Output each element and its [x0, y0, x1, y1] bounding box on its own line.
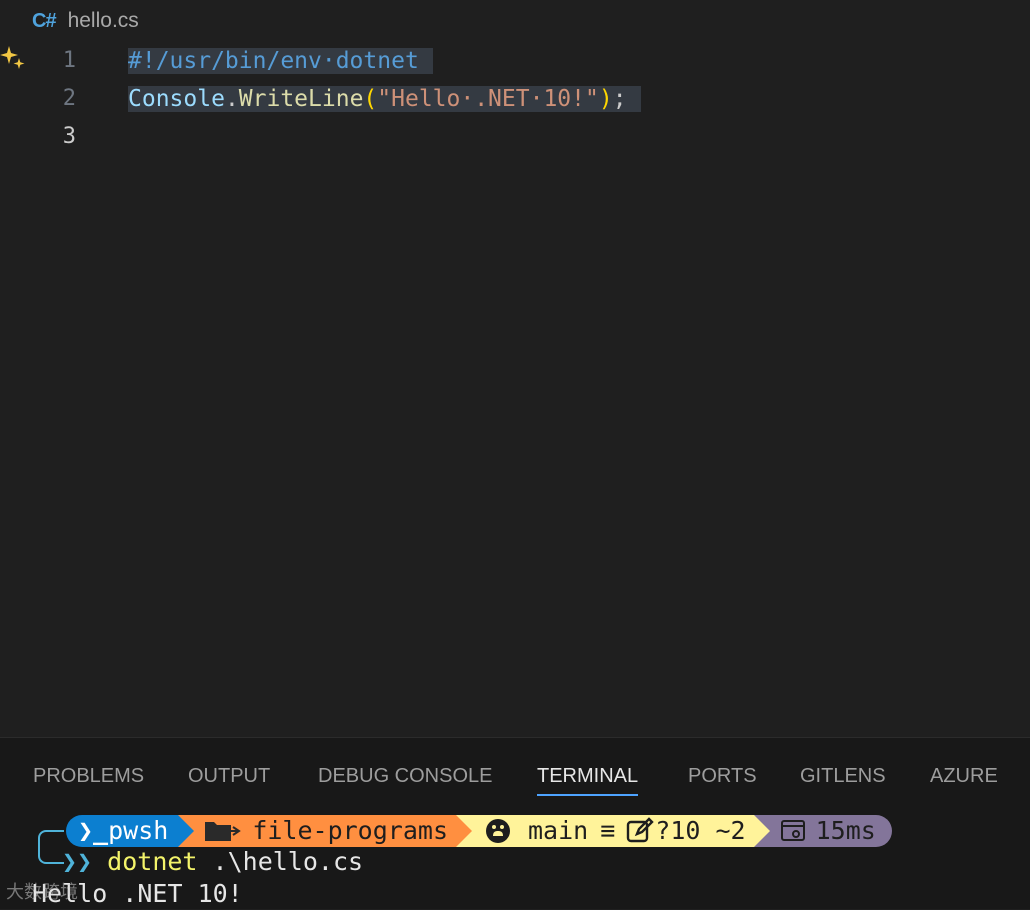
copilot-sparkle-icon[interactable]	[0, 44, 26, 72]
tab-output[interactable]: OUTPUT	[188, 758, 270, 794]
tab-gitlens[interactable]: GITLENS	[800, 758, 886, 794]
string-literal: "Hello·.NET·10!"	[377, 86, 599, 112]
method-writeline: WriteLine	[238, 86, 364, 112]
branch-sync-status: ≡	[600, 816, 616, 845]
prompt-shell-segment: ❯_ pwsh	[66, 815, 195, 847]
identifier-console: Console	[128, 86, 225, 112]
edit-icon	[627, 817, 654, 843]
terminal-prompt-icon: ❯_	[78, 816, 109, 845]
tab-azure[interactable]: AZURE	[930, 758, 998, 794]
panel-tabs: PROBLEMS OUTPUT DEBUG CONSOLE TERMINAL P…	[0, 758, 1030, 798]
prompt-bar: ❯_ pwsh file-programs main ≡ ?10 ~2 15ms	[66, 815, 892, 847]
line-number-active: 3	[62, 124, 76, 149]
shebang-comment: #!/usr/bin/env·dotnet	[128, 48, 419, 74]
close-paren: )	[598, 86, 613, 112]
watermark: 大数跨境	[6, 882, 78, 903]
github-icon	[486, 819, 510, 843]
duration-value: 15ms	[815, 816, 876, 845]
tab-ports[interactable]: PORTS	[688, 758, 757, 794]
bottom-panel: PROBLEMS OUTPUT DEBUG CONSOLE TERMINAL P…	[0, 737, 1030, 909]
terminal[interactable]: ❯_ pwsh file-programs main ≡ ?10 ~2 15ms…	[0, 813, 1030, 909]
line-number: 1	[62, 48, 76, 73]
code-line[interactable]: Console.WriteLine("Hello·.NET·10!");	[128, 80, 641, 118]
breadcrumb-file-name[interactable]: hello.cs	[68, 9, 139, 33]
command-args: .\hello.cs	[212, 847, 364, 876]
command-line[interactable]: ❯❯ dotnet .\hello.cs	[62, 846, 363, 878]
line-number: 2	[62, 86, 76, 111]
chevron-prompt-icon: ❯❯	[62, 847, 93, 876]
tab-terminal[interactable]: TERMINAL	[537, 758, 639, 796]
semicolon-token: ;	[612, 86, 627, 112]
csharp-file-icon: C#	[32, 9, 57, 32]
prompt-duration-segment: 15ms	[753, 815, 892, 847]
code-editor[interactable]: #!/usr/bin/env·dotnet Console.WriteLine(…	[128, 42, 641, 156]
dot-token: .	[224, 86, 239, 112]
prompt-folder-segment: file-programs	[178, 815, 472, 847]
code-line-empty[interactable]	[128, 118, 641, 156]
folder-name: file-programs	[252, 816, 448, 845]
stopwatch-icon	[780, 820, 805, 841]
command-name: dotnet	[107, 847, 198, 876]
prompt-git-segment: main ≡ ?10 ~2	[456, 815, 770, 847]
folder-icon	[205, 822, 242, 841]
breadcrumb[interactable]: C# hello.cs	[32, 6, 139, 36]
branch-name: main	[528, 816, 589, 845]
tab-problems[interactable]: PROBLEMS	[33, 758, 144, 794]
open-paren: (	[363, 86, 378, 112]
editor-area: C# hello.cs 1 2 3 #!/usr/bin/env·dotnet …	[0, 0, 1030, 737]
changes-count: ?10 ~2	[655, 816, 746, 845]
prompt-bracket-decoration	[38, 830, 64, 864]
tab-debug-console[interactable]: DEBUG CONSOLE	[318, 758, 492, 794]
shell-name: pwsh	[108, 816, 169, 845]
code-line[interactable]: #!/usr/bin/env·dotnet	[128, 42, 641, 80]
